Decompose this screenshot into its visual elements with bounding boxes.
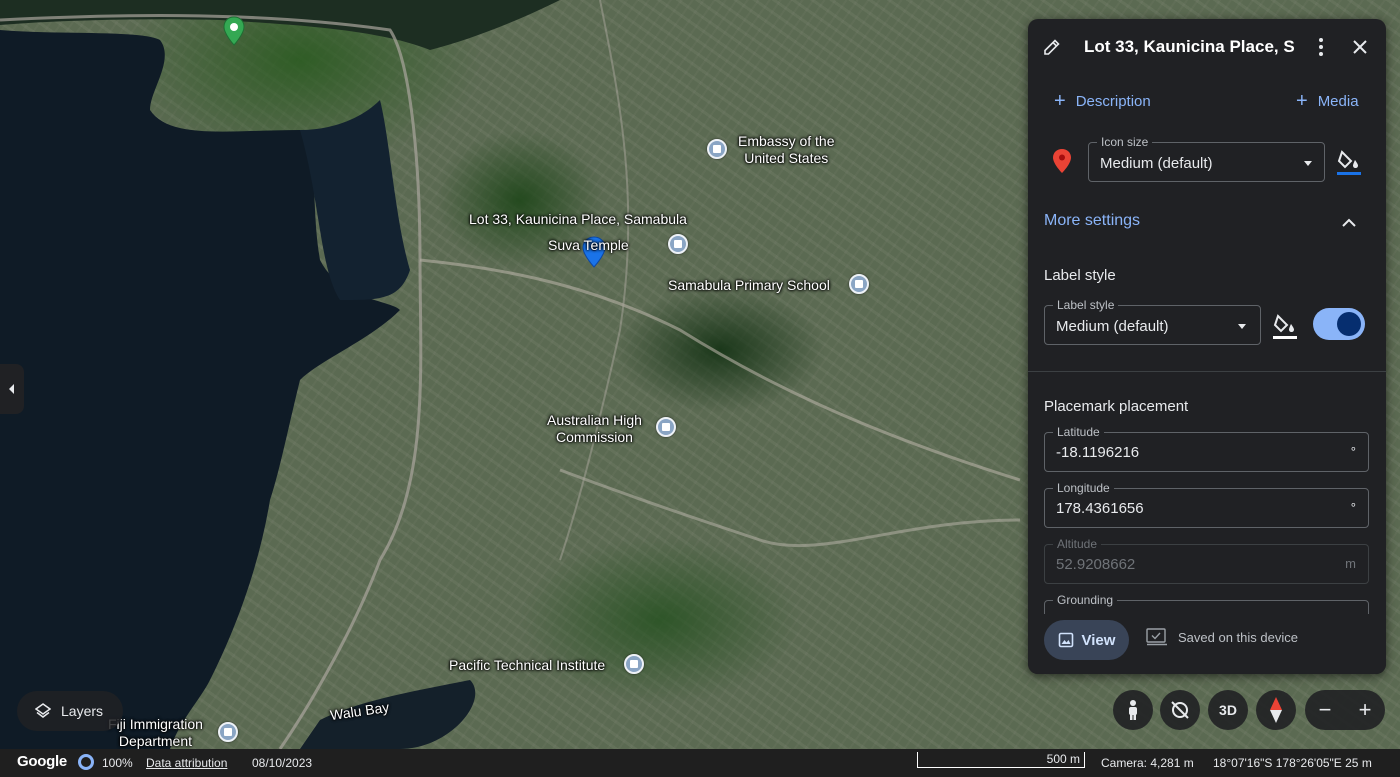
zoom-out-button[interactable]: − bbox=[1305, 690, 1345, 730]
placemark-label[interactable]: Lot 33, Kaunicina Place, Samabula bbox=[469, 211, 687, 228]
label-visibility-toggle[interactable] bbox=[1313, 308, 1365, 340]
view-button-label: View bbox=[1081, 631, 1116, 649]
more-options-icon[interactable] bbox=[1309, 35, 1333, 59]
degree-suffix: ° bbox=[1350, 500, 1356, 515]
embassy-label[interactable]: Embassy of the United States bbox=[738, 133, 835, 167]
media-link-label: Media bbox=[1317, 93, 1359, 110]
camera-altitude: Camera: 4,281 m bbox=[1101, 756, 1194, 770]
icon-size-select[interactable]: Icon size Medium (default) bbox=[1088, 135, 1325, 182]
scale-bar: 500 m bbox=[917, 752, 1085, 768]
fiji-immigration-label[interactable]: Fiji Immigration Department bbox=[108, 716, 203, 749]
add-media-button[interactable]: + Media bbox=[1296, 90, 1359, 112]
plus-icon: + bbox=[1054, 90, 1066, 112]
altitude-label: Altitude bbox=[1053, 537, 1102, 551]
longitude-value: 178.4361656 bbox=[1056, 500, 1144, 517]
altitude-value: 52.9208662 bbox=[1056, 556, 1136, 573]
description-link-label: Description bbox=[1075, 93, 1151, 110]
temple-poi-icon[interactable] bbox=[668, 234, 688, 254]
cursor-coordinates: 18°07'16"S 178°26'05"E 25 m bbox=[1213, 756, 1372, 770]
tilt-icon bbox=[1171, 701, 1189, 719]
altitude-field: Altitude 52.9208662 m bbox=[1044, 537, 1369, 584]
paint-bucket-icon bbox=[1273, 314, 1297, 339]
longitude-label: Longitude bbox=[1053, 481, 1114, 495]
panel-header: Lot 33, Kaunicina Place, Samabula bbox=[1028, 19, 1386, 75]
label-style-heading: Label style bbox=[1044, 267, 1116, 284]
close-icon[interactable] bbox=[1348, 35, 1372, 59]
3d-button[interactable]: 3D bbox=[1208, 690, 1248, 730]
label-color-button[interactable] bbox=[1271, 311, 1299, 341]
latitude-value: -18.1196216 bbox=[1056, 444, 1140, 461]
institute-poi-icon[interactable] bbox=[624, 654, 644, 674]
icon-size-value: Medium (default) bbox=[1100, 155, 1213, 172]
degree-suffix: ° bbox=[1350, 444, 1356, 459]
saved-status-text: Saved on this device bbox=[1178, 629, 1298, 645]
person-icon bbox=[1129, 700, 1137, 720]
compass-icon bbox=[1270, 697, 1282, 723]
australian-commission-label[interactable]: Australian High Commission bbox=[547, 412, 642, 446]
saved-device-icon bbox=[1146, 628, 1167, 646]
tilt-button[interactable] bbox=[1160, 690, 1200, 730]
commission-poi-icon[interactable] bbox=[656, 417, 676, 437]
zoom-percent: 100% bbox=[102, 756, 133, 770]
icon-size-label: Icon size bbox=[1097, 135, 1153, 149]
icon-color-button[interactable] bbox=[1335, 147, 1363, 177]
section-divider bbox=[1028, 371, 1386, 372]
primary-school-label[interactable]: Samabula Primary School bbox=[668, 277, 830, 294]
placemark-icon-picker[interactable] bbox=[1052, 147, 1072, 175]
google-logo: Google bbox=[17, 753, 67, 770]
chevron-left-icon bbox=[9, 384, 14, 394]
view-button[interactable]: View bbox=[1044, 620, 1129, 660]
longitude-field[interactable]: Longitude 178.4361656 ° bbox=[1044, 481, 1369, 528]
3d-label: 3D bbox=[1219, 702, 1237, 718]
toggle-knob bbox=[1337, 312, 1361, 336]
add-description-button[interactable]: + Description bbox=[1054, 90, 1151, 112]
dropdown-caret-icon bbox=[1238, 324, 1246, 329]
label-style-label: Label style bbox=[1053, 298, 1119, 312]
grounding-label: Grounding bbox=[1053, 593, 1118, 607]
save-status: Saved on this device bbox=[1146, 628, 1298, 646]
edit-pencil-icon bbox=[1040, 35, 1064, 59]
expand-sidebar-button[interactable] bbox=[0, 364, 24, 414]
paint-bucket-icon bbox=[1337, 150, 1361, 175]
label-style-value: Medium (default) bbox=[1056, 318, 1169, 335]
red-pin-icon bbox=[1053, 149, 1071, 173]
latitude-label: Latitude bbox=[1053, 425, 1104, 439]
layers-button[interactable]: Layers bbox=[17, 691, 123, 731]
zoom-in-button[interactable]: + bbox=[1345, 690, 1385, 730]
data-attribution-link[interactable]: Data attribution bbox=[146, 756, 227, 770]
school-poi-icon[interactable] bbox=[849, 274, 869, 294]
temple-label[interactable]: Suva Temple bbox=[548, 237, 629, 254]
placement-heading: Placemark placement bbox=[1044, 398, 1189, 415]
panel-footer: View Saved on this device bbox=[1028, 614, 1386, 674]
plus-icon: + bbox=[1296, 90, 1308, 112]
green-map-pin-icon[interactable] bbox=[222, 16, 246, 46]
placemark-edit-panel: Lot 33, Kaunicina Place, Samabula + Desc… bbox=[1028, 19, 1386, 674]
pacific-institute-label[interactable]: Pacific Technical Institute bbox=[449, 657, 605, 674]
latitude-field[interactable]: Latitude -18.1196216 ° bbox=[1044, 425, 1369, 472]
pegman-button[interactable] bbox=[1113, 690, 1153, 730]
meter-suffix: m bbox=[1345, 556, 1356, 571]
dropdown-caret-icon bbox=[1304, 161, 1312, 166]
chevron-up-icon[interactable] bbox=[1339, 212, 1359, 232]
immigration-poi-icon[interactable] bbox=[218, 722, 238, 742]
compass-button[interactable] bbox=[1256, 690, 1296, 730]
embassy-poi-icon[interactable] bbox=[707, 139, 727, 159]
status-bar: Google 100% Data attribution 08/10/2023 … bbox=[0, 749, 1400, 777]
zoom-controls: − + bbox=[1305, 690, 1385, 730]
label-style-select[interactable]: Label style Medium (default) bbox=[1044, 298, 1261, 345]
imagery-date: 08/10/2023 bbox=[252, 756, 313, 770]
layers-icon bbox=[35, 703, 51, 718]
layers-label: Layers bbox=[61, 703, 104, 719]
loading-ring-icon bbox=[78, 754, 94, 770]
placemark-title-input[interactable]: Lot 33, Kaunicina Place, Samabula bbox=[1084, 37, 1294, 57]
photo-icon bbox=[1058, 632, 1073, 648]
more-settings-toggle[interactable]: More settings bbox=[1044, 212, 1140, 230]
